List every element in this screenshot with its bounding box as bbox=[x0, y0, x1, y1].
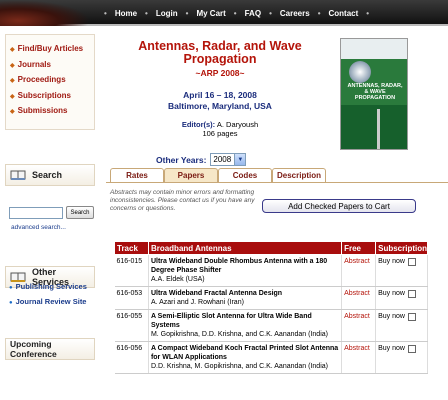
add-to-cart-button[interactable]: Add Checked Papers to Cart bbox=[262, 199, 416, 213]
nav-faq[interactable]: FAQ bbox=[245, 9, 261, 18]
nav-careers[interactable]: Careers bbox=[280, 9, 310, 18]
table-row: 616-015 Ultra Wideband Double Rhombus An… bbox=[114, 254, 428, 287]
col-section: Broadband Antennas bbox=[147, 241, 343, 255]
buy-now-link[interactable]: Buy now bbox=[378, 289, 405, 298]
search-book-icon bbox=[10, 169, 26, 181]
search-box: Search Search advanced search... bbox=[5, 136, 95, 234]
search-input[interactable] bbox=[9, 207, 63, 219]
sidebar-item-submissions[interactable]: ◆ Submissions bbox=[10, 104, 90, 120]
search-button[interactable]: Search bbox=[66, 206, 94, 219]
publishing-services-link[interactable]: ● Publishing Services bbox=[9, 280, 87, 295]
paper-title[interactable]: A Semi-Elliptic Slot Antenna for Ultra W… bbox=[151, 312, 339, 330]
buy-now-link[interactable]: Buy now bbox=[378, 257, 405, 266]
paper-title[interactable]: Ultra Wideband Fractal Antenna Design bbox=[151, 289, 339, 298]
satellite-dish-graphic bbox=[349, 61, 371, 83]
top-navigation-bar: • Home • Login • My Cart • FAQ • Careers… bbox=[0, 0, 448, 26]
abstract-link[interactable]: Abstract bbox=[341, 309, 377, 342]
main-nav: • Home • Login • My Cart • FAQ • Careers… bbox=[104, 9, 370, 18]
table-header-row: Track Broadband Antennas Free Subscripti… bbox=[114, 241, 428, 255]
other-services-box: Other Services ● Publishing Services ● Jou… bbox=[5, 238, 95, 338]
tab-rates[interactable]: Rates bbox=[110, 168, 164, 182]
paper-authors: A.A. Eldek (USA) bbox=[150, 276, 205, 283]
search-heading: Search bbox=[5, 164, 95, 186]
conference-editor: Editor(s): A. Daryoush 106 pages bbox=[181, 120, 259, 138]
tab-codes[interactable]: Codes bbox=[218, 168, 272, 182]
advanced-search-link[interactable]: advanced search... bbox=[11, 224, 66, 231]
col-track: Track bbox=[114, 241, 149, 255]
sidebar-item-subscriptions[interactable]: ◆ Subscriptions bbox=[10, 89, 90, 105]
upcoming-conference-box: Upcoming Conference bbox=[5, 338, 95, 368]
chevron-down-icon: ▼ bbox=[234, 154, 246, 165]
paper-title[interactable]: Ultra Wideband Double Rhombus Antenna wi… bbox=[151, 257, 339, 275]
conference-dates: April 16 – 18, 2008 Baltimore, Maryland,… bbox=[168, 90, 272, 111]
other-years: Other Years: 2008 ▼ bbox=[156, 153, 247, 166]
cover-title: ANTENNAS, RADAR, & WAVE PROPAGATION bbox=[347, 83, 403, 101]
abstract-link[interactable]: Abstract bbox=[341, 286, 377, 310]
nav-contact[interactable]: Contact bbox=[329, 9, 359, 18]
header-decoration bbox=[0, 0, 90, 26]
sidebar-item-find-buy[interactable]: ◆ Find/Buy Articles bbox=[10, 42, 90, 58]
select-checkbox[interactable] bbox=[407, 257, 416, 266]
paper-authors: A. Azari and J. Rowhani (Iran) bbox=[150, 299, 244, 306]
year-select[interactable]: 2008 ▼ bbox=[210, 153, 247, 166]
sidebar-item-proceedings[interactable]: ◆ Proceedings bbox=[10, 73, 90, 89]
paper-title[interactable]: A Compact Wideband Koch Fractal Printed … bbox=[151, 344, 339, 362]
table-row: 616-056 A Compact Wideband Koch Fractal … bbox=[114, 341, 428, 374]
paper-authors: M. Gopikrishna, D.D. Krishna, and C.K. A… bbox=[150, 331, 328, 338]
journal-review-link[interactable]: ● Journal Review Site bbox=[9, 295, 87, 310]
paper-authors: D.D. Krishna, M. Gopikrishna, and C.K. A… bbox=[150, 363, 328, 370]
nav-my-cart[interactable]: My Cart bbox=[196, 9, 225, 18]
table-row: 616-055 A Semi-Elliptic Slot Antenna for… bbox=[114, 309, 428, 342]
select-checkbox[interactable] bbox=[407, 289, 416, 298]
select-checkbox[interactable] bbox=[407, 344, 416, 353]
proceedings-cover-image: ANTENNAS, RADAR, & WAVE PROPAGATION bbox=[340, 38, 408, 150]
tab-description[interactable]: Description bbox=[272, 168, 326, 182]
col-free: Free bbox=[341, 241, 377, 255]
abstract-disclaimer: Abstracts may contain minor errors and f… bbox=[110, 189, 255, 212]
abstract-link[interactable]: Abstract bbox=[341, 341, 377, 374]
nav-login[interactable]: Login bbox=[156, 9, 178, 18]
antenna-tower-graphic bbox=[377, 109, 380, 149]
upcoming-conference-heading: Upcoming Conference bbox=[5, 338, 95, 360]
conference-abbreviation: ~ARP 2008~ bbox=[195, 68, 245, 78]
nav-home[interactable]: Home bbox=[115, 9, 137, 18]
sidebar-links-box: ◆ Find/Buy Articles ◆ Journals ◆ Proceeding… bbox=[5, 34, 95, 130]
sidebar-item-journals[interactable]: ◆ Journals bbox=[10, 58, 90, 74]
table-row: 616-053 Ultra Wideband Fractal Antenna D… bbox=[114, 286, 428, 310]
tab-bar: Rates Papers Codes Description bbox=[106, 168, 448, 183]
papers-table: Track Broadband Antennas Free Subscripti… bbox=[114, 241, 428, 374]
sidebar: ◆ Find/Buy Articles ◆ Journals ◆ Proceeding… bbox=[0, 28, 100, 400]
col-subscription: Subscription bbox=[375, 241, 428, 255]
abstract-link[interactable]: Abstract bbox=[341, 254, 377, 287]
buy-now-link[interactable]: Buy now bbox=[378, 344, 405, 353]
conference-title: Antennas, Radar, and Wave Propagation bbox=[138, 39, 302, 66]
tab-papers[interactable]: Papers bbox=[164, 168, 218, 183]
buy-now-link[interactable]: Buy now bbox=[378, 312, 405, 321]
select-checkbox[interactable] bbox=[407, 312, 416, 321]
papers-panel: Abstracts may contain minor errors and f… bbox=[106, 182, 448, 400]
